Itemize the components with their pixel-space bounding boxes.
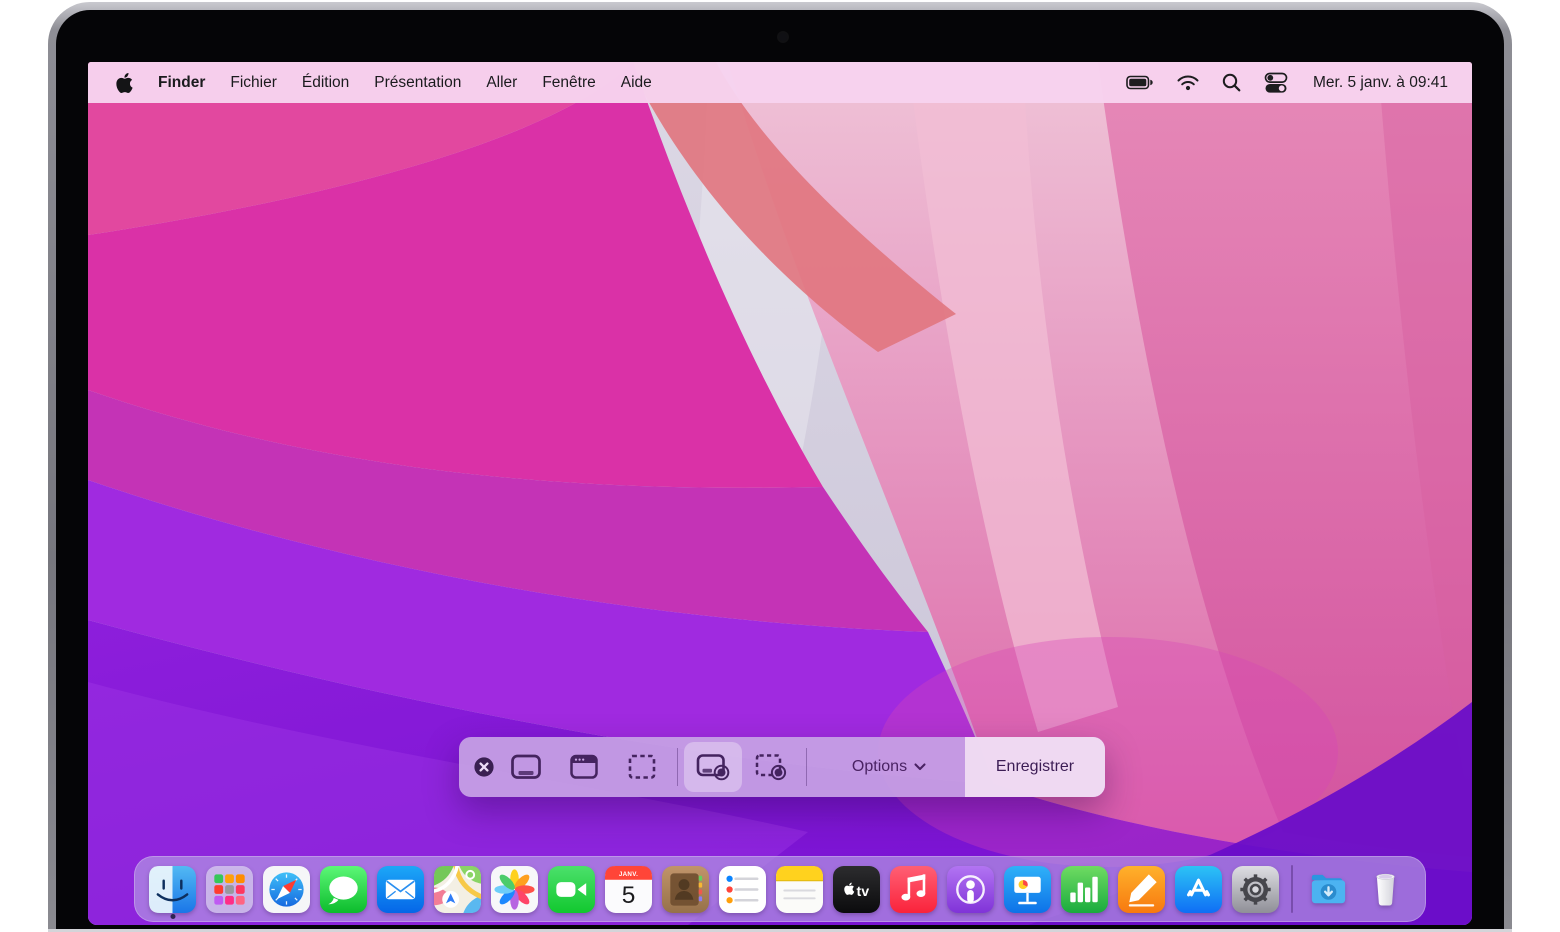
dock-item-safari[interactable] [258, 857, 315, 921]
close-icon [473, 756, 495, 778]
close-button[interactable] [471, 756, 497, 778]
menu-item-presentation[interactable]: Présentation [374, 74, 461, 92]
system-preferences-icon [1232, 866, 1279, 913]
options-button[interactable]: Options [813, 757, 965, 777]
apple-logo-icon [116, 73, 133, 93]
contacts-icon [662, 866, 709, 913]
options-label: Options [852, 758, 907, 776]
dock-item-photos[interactable] [486, 857, 543, 921]
dock: JANV. 5 [134, 856, 1426, 922]
capture-screen-icon [509, 751, 543, 783]
messages-icon [320, 866, 367, 913]
capture-selected-window-button[interactable] [555, 742, 613, 792]
photos-icon [491, 866, 538, 913]
screen: Finder Fichier Édition Présentation Alle… [88, 62, 1472, 925]
running-indicator-dot [170, 914, 175, 919]
reminders-icon [719, 866, 766, 913]
apple-menu[interactable] [116, 73, 133, 93]
record-entire-screen-button[interactable] [684, 742, 742, 792]
dock-item-numbers[interactable] [1056, 857, 1113, 921]
maps-icon [434, 866, 481, 913]
app-store-icon [1175, 866, 1222, 913]
menu-item-edition[interactable]: Édition [302, 74, 349, 92]
dock-item-system-preferences[interactable] [1227, 857, 1284, 921]
menu-item-fichier[interactable]: Fichier [230, 74, 277, 92]
record-label: Enregistrer [996, 758, 1074, 776]
page: Finder Fichier Édition Présentation Alle… [0, 0, 1560, 932]
capture-entire-screen-button[interactable] [497, 742, 555, 792]
dock-item-mail[interactable] [372, 857, 429, 921]
dock-item-notes[interactable] [771, 857, 828, 921]
capture-selection-icon [625, 751, 659, 783]
dock-item-messages[interactable] [315, 857, 372, 921]
control-center-icon[interactable] [1264, 72, 1288, 94]
dock-item-trash[interactable] [1357, 857, 1414, 921]
dock-item-app-store[interactable] [1170, 857, 1227, 921]
dock-item-calendar[interactable]: JANV. 5 [600, 857, 657, 921]
dock-item-maps[interactable] [429, 857, 486, 921]
music-icon [890, 866, 937, 913]
pages-icon [1118, 866, 1165, 913]
record-screen-icon [695, 751, 731, 783]
menu-bar: Finder Fichier Édition Présentation Alle… [88, 62, 1472, 103]
menu-item-aide[interactable]: Aide [621, 74, 652, 92]
dock-item-music[interactable] [885, 857, 942, 921]
menu-bar-status: Mer. 5 janv. à 09:41 [1126, 72, 1448, 94]
keynote-icon [1004, 866, 1051, 913]
dock-item-finder[interactable] [144, 857, 201, 921]
toolbar-divider [677, 748, 678, 786]
dock-item-reminders[interactable] [714, 857, 771, 921]
calendar-month-label: JANV. [619, 871, 638, 878]
wifi-icon[interactable] [1177, 74, 1199, 91]
menu-bar-clock[interactable]: Mer. 5 janv. à 09:41 [1313, 74, 1448, 92]
chevron-down-icon [914, 763, 926, 771]
dock-item-downloads[interactable] [1300, 857, 1357, 921]
dock-item-tv[interactable]: tv [828, 857, 885, 921]
podcasts-icon [947, 866, 994, 913]
record-selected-portion-button[interactable] [742, 742, 800, 792]
facetime-icon [548, 866, 595, 913]
capture-window-icon [567, 751, 601, 783]
dock-item-launchpad[interactable] [201, 857, 258, 921]
menu-item-aller[interactable]: Aller [486, 74, 517, 92]
launchpad-icon [206, 866, 253, 913]
webcam-dot [779, 33, 787, 41]
finder-icon [149, 866, 196, 913]
dock-item-facetime[interactable] [543, 857, 600, 921]
dock-item-pages[interactable] [1113, 857, 1170, 921]
menu-items: Finder Fichier Édition Présentation Alle… [158, 74, 652, 92]
record-selection-icon [753, 751, 789, 783]
calendar-icon: JANV. 5 [605, 866, 652, 913]
battery-icon[interactable] [1126, 74, 1154, 91]
trash-icon [1362, 866, 1409, 913]
safari-icon [263, 866, 310, 913]
tv-label: tv [857, 883, 870, 899]
dock-item-podcasts[interactable] [942, 857, 999, 921]
toolbar-divider [806, 748, 807, 786]
numbers-icon [1061, 866, 1108, 913]
capture-selected-portion-button[interactable] [613, 742, 671, 792]
calendar-day-label: 5 [622, 882, 636, 909]
dock-item-keynote[interactable] [999, 857, 1056, 921]
screenshot-toolbar: Options Enregistrer [459, 737, 1105, 797]
dock-item-contacts[interactable] [657, 857, 714, 921]
spotlight-search-icon[interactable] [1222, 73, 1241, 92]
record-button[interactable]: Enregistrer [965, 737, 1105, 797]
apple-tv-icon: tv [833, 866, 880, 913]
dock-separator [1291, 865, 1293, 913]
menu-item-app[interactable]: Finder [158, 74, 205, 92]
downloads-folder-icon [1305, 866, 1352, 913]
mail-icon [377, 866, 424, 913]
notes-icon [776, 866, 823, 913]
menu-item-fenetre[interactable]: Fenêtre [542, 74, 595, 92]
